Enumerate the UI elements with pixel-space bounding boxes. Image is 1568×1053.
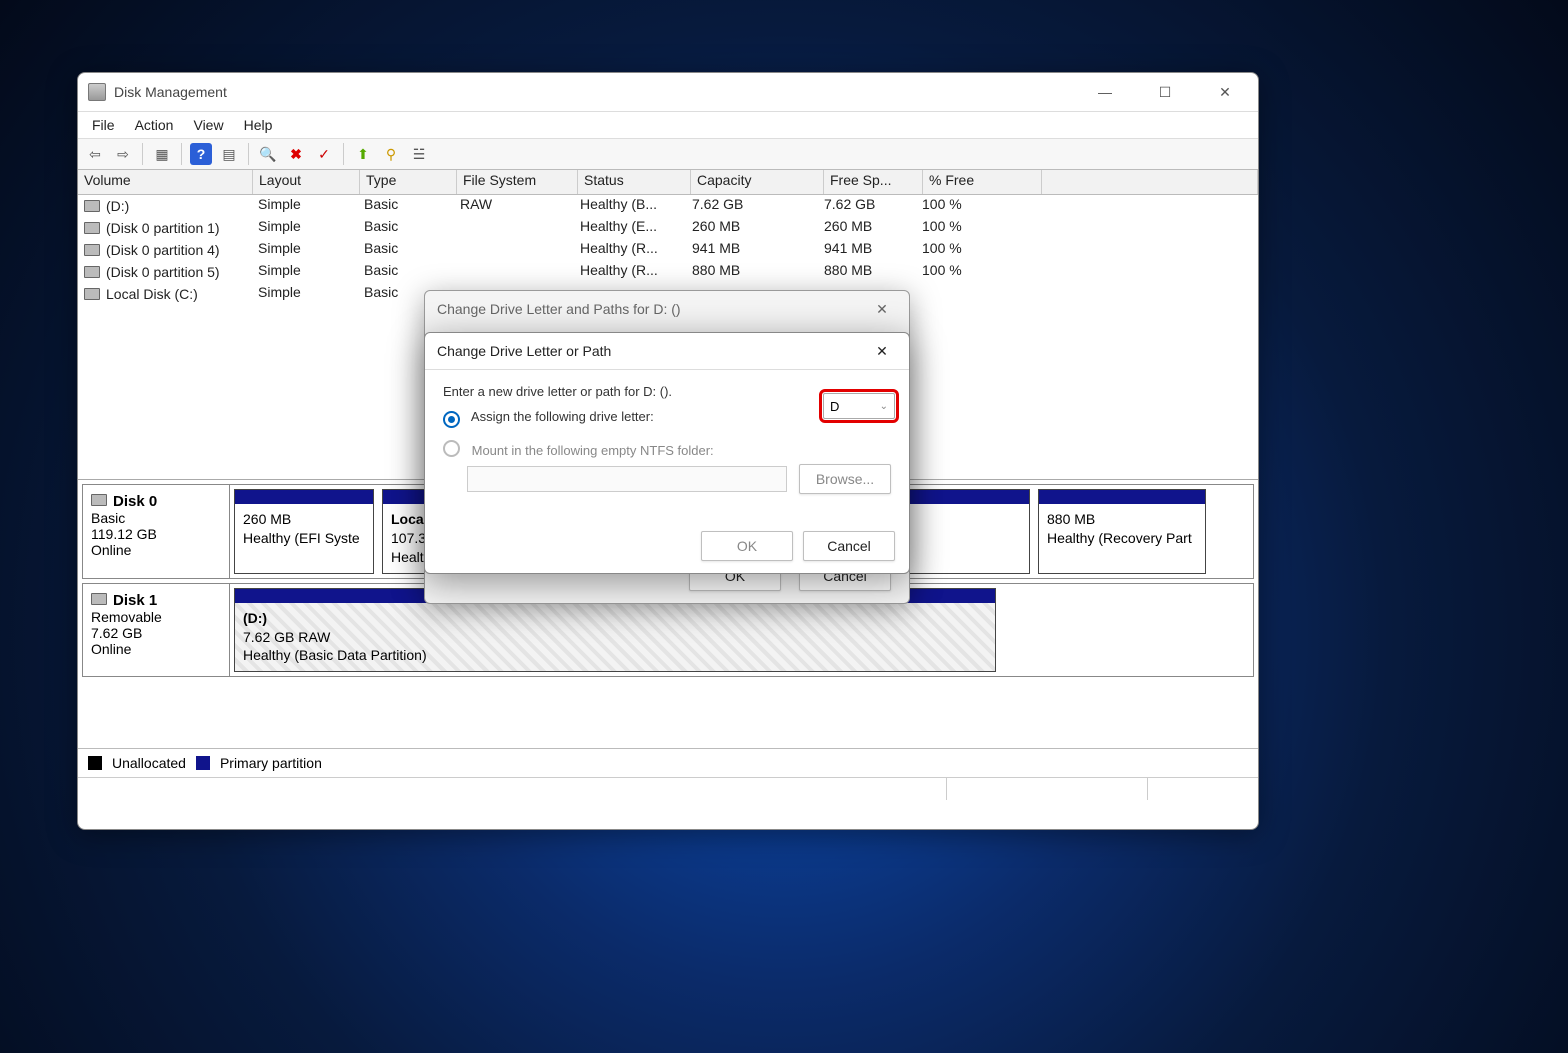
col-pctfree[interactable]: % Free (923, 170, 1042, 194)
action2-icon[interactable]: ⚲ (380, 143, 402, 165)
delete-icon[interactable]: ✖ (285, 143, 307, 165)
back-icon[interactable]: ⇦ (84, 143, 106, 165)
toolbar: ⇦ ⇨ ▦ ? ▤ 🔍 ✖ ✓ ⬆ ⚲ ☱ (78, 139, 1258, 170)
menu-action[interactable]: Action (135, 117, 174, 133)
menu-help[interactable]: Help (244, 117, 273, 133)
col-status[interactable]: Status (578, 170, 691, 194)
menu-file[interactable]: File (92, 117, 115, 133)
check-icon[interactable]: ✓ (313, 143, 335, 165)
col-free[interactable]: Free Sp... (824, 170, 923, 194)
dlg2-ok-button[interactable]: OK (701, 531, 793, 561)
volume-row[interactable]: (Disk 0 partition 5) SimpleBasic Healthy… (78, 261, 1258, 283)
legend-unallocated-swatch (88, 756, 102, 770)
close-button[interactable]: ✕ (1202, 77, 1248, 107)
help-icon[interactable]: ? (190, 143, 212, 165)
partition[interactable]: 260 MBHealthy (EFI Syste (234, 489, 374, 574)
window-title: Disk Management (114, 84, 227, 100)
radio-assign-letter[interactable] (443, 411, 460, 428)
partition[interactable]: 880 MBHealthy (Recovery Part (1038, 489, 1206, 574)
legend: Unallocated Primary partition (78, 748, 1258, 777)
radio-mount-folder (443, 440, 460, 457)
app-icon (88, 83, 106, 101)
volume-list-header: Volume Layout Type File System Status Ca… (78, 170, 1258, 195)
refresh-icon[interactable]: ▤ (218, 143, 240, 165)
col-volume[interactable]: Volume (78, 170, 253, 194)
menubar: File Action View Help (78, 112, 1258, 139)
mount-folder-option: Mount in the following empty NTFS folder… (443, 440, 891, 458)
minimize-button[interactable]: — (1082, 77, 1128, 107)
show-hide-console-icon[interactable]: ▦ (151, 143, 173, 165)
browse-button: Browse... (799, 464, 891, 494)
menu-view[interactable]: View (193, 117, 223, 133)
legend-primary-swatch (196, 756, 210, 770)
volume-row[interactable]: (Disk 0 partition 4) SimpleBasic Healthy… (78, 239, 1258, 261)
dlg1-title: Change Drive Letter and Paths for D: () (437, 301, 681, 317)
col-filesystem[interactable]: File System (457, 170, 578, 194)
change-letter-or-path-dialog: Change Drive Letter or Path ✕ Enter a ne… (424, 332, 910, 574)
maximize-button[interactable]: ☐ (1142, 77, 1188, 107)
volume-row[interactable]: (D:) SimpleBasicRAW Healthy (B...7.62 GB… (78, 195, 1258, 217)
forward-icon[interactable]: ⇨ (112, 143, 134, 165)
legend-primary: Primary partition (220, 755, 322, 771)
volume-row[interactable]: (Disk 0 partition 1) SimpleBasic Healthy… (78, 217, 1258, 239)
titlebar[interactable]: Disk Management — ☐ ✕ (78, 73, 1258, 112)
mount-path-input (467, 466, 787, 492)
chevron-down-icon: ⌄ (880, 401, 888, 412)
col-layout[interactable]: Layout (253, 170, 360, 194)
col-type[interactable]: Type (360, 170, 457, 194)
dlg1-close-icon[interactable]: ✕ (867, 294, 897, 324)
drive-letter-combo[interactable]: D ⌄ (823, 393, 895, 419)
action3-icon[interactable]: ☱ (408, 143, 430, 165)
action1-icon[interactable]: ⬆ (352, 143, 374, 165)
statusbar (78, 777, 1258, 800)
dlg2-title: Change Drive Letter or Path (437, 343, 611, 359)
properties-icon[interactable]: 🔍 (257, 143, 279, 165)
legend-unallocated: Unallocated (112, 755, 186, 771)
dlg2-cancel-button[interactable]: Cancel (803, 531, 895, 561)
dlg2-close-icon[interactable]: ✕ (867, 336, 897, 366)
col-capacity[interactable]: Capacity (691, 170, 824, 194)
